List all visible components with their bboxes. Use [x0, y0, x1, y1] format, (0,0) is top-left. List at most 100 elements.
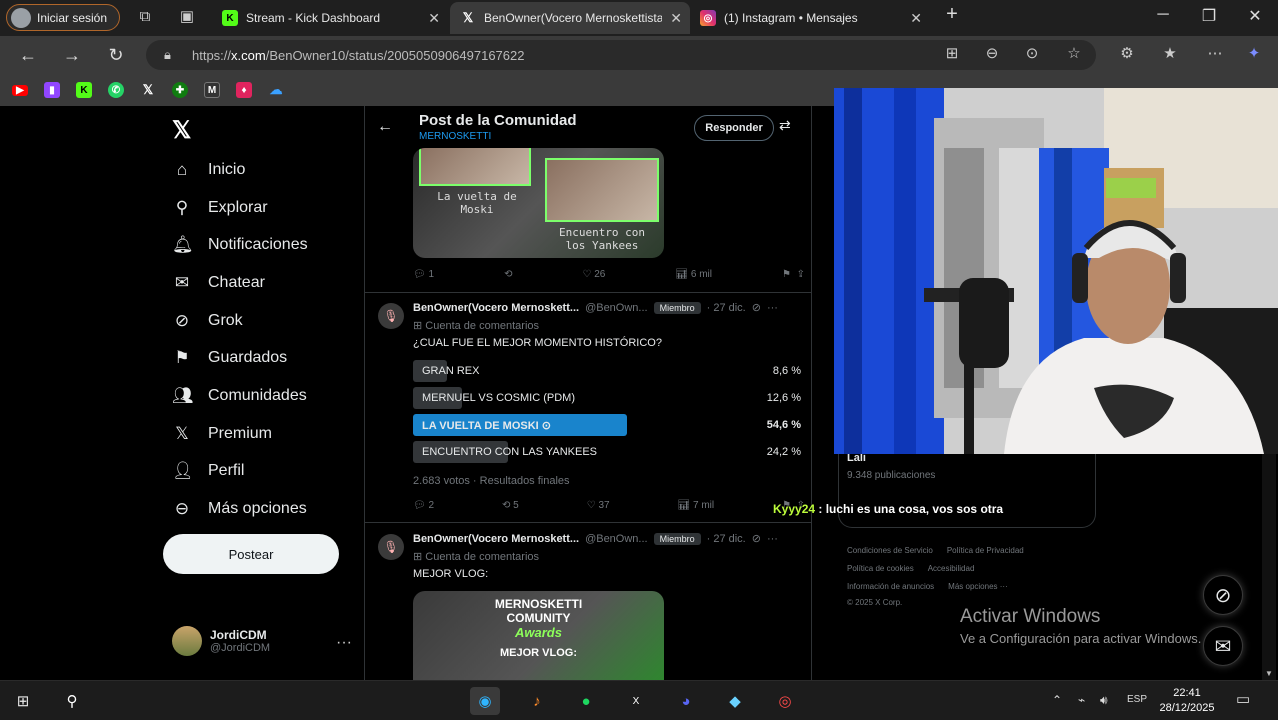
twitch-icon[interactable]: ▮ [44, 82, 60, 98]
network-icon[interactable]: ⌁ [1078, 693, 1085, 707]
tweet-image[interactable]: La vuelta de Moski Encuentro con los Yan… [413, 148, 664, 258]
search-icon[interactable]: ⚲ [57, 687, 87, 715]
clock[interactable]: 22:41 28/12/2025 [1152, 686, 1222, 716]
nav-item-comunidades[interactable]: 👥︎ Comunidades [172, 381, 307, 411]
m-icon[interactable]: M [204, 82, 220, 98]
back-arrow-icon[interactable]: ← [377, 118, 393, 136]
tab-instagram[interactable]: ◎ (1) Instagram • Mensajes ✕ [690, 2, 930, 34]
workspaces-icon[interactable]: ⧉ [136, 8, 154, 26]
reply-button[interactable]: Responder [694, 115, 774, 141]
tab-actions-icon[interactable]: ▣ [178, 8, 196, 26]
community-name[interactable]: MERNOSKETTI [419, 131, 491, 142]
new-tab-icon[interactable]: + [942, 3, 962, 26]
bookmark-share-actions[interactable]: ⚑ ⇪ [782, 269, 805, 280]
minimize-icon[interactable]: ─ [1153, 6, 1173, 24]
views-action[interactable]: 📊︎ 6 mil [675, 269, 712, 280]
notifications-icon[interactable]: ▭ [1236, 690, 1250, 708]
reply-action[interactable]: 💬︎ 1 [413, 269, 434, 280]
tab-title: Stream - Kick Dashboard [246, 11, 381, 25]
spotify-icon[interactable]: ● [571, 687, 601, 715]
account-switcher[interactable]: JordiCDM @JordiCDM ··· [172, 626, 352, 656]
youtube-icon[interactable]: ▶ [12, 85, 28, 96]
tweet-date[interactable]: · 27 dic. [707, 533, 746, 545]
footer-link[interactable]: Información de anuncios [847, 582, 934, 591]
settings-more-icon[interactable]: ⋯ [1205, 44, 1225, 62]
reload-icon[interactable]: ↻ [106, 45, 126, 66]
close-tab-icon[interactable]: ✕ [428, 10, 440, 27]
app-icon[interactable]: ◆ [720, 687, 750, 715]
zoom-icon[interactable]: ⊖ [982, 44, 1002, 62]
close-tab-icon[interactable]: ✕ [910, 10, 922, 27]
avatar[interactable]: 🎙︎ [378, 303, 404, 329]
nav-item-premium[interactable]: 𝕏 Premium [172, 419, 272, 449]
app-available-icon[interactable]: ⊞ [942, 44, 962, 62]
x-icon[interactable]: 𝕏 [140, 82, 156, 98]
tab-x-post[interactable]: 𝕏 BenOwner(Vocero Mernoskettista ✕ [450, 2, 690, 34]
instagram-icon: ◎ [700, 10, 716, 26]
favorite-star-icon[interactable]: ☆ [1064, 44, 1084, 62]
nav-item-perfil[interactable]: 👤︎ Perfil [172, 456, 244, 486]
footer-link[interactable]: Condiciones de Servicio [847, 546, 933, 555]
volume-icon[interactable]: 🔊︎ [1100, 693, 1108, 708]
footer-link[interactable]: Accesibilidad [928, 564, 975, 573]
messages-fab-icon[interactable]: ✉ [1203, 626, 1243, 666]
views-action[interactable]: 📊︎ 7 mil [678, 500, 715, 511]
back-icon[interactable]: ← [18, 45, 38, 66]
obs-record-icon[interactable]: ◎ [770, 687, 800, 715]
nav-item-chatear[interactable]: ✉ Chatear [172, 268, 265, 298]
tab-kick-dashboard[interactable]: K Stream - Kick Dashboard ✕ [212, 2, 448, 34]
footer-link[interactable]: Más opciones ··· [948, 582, 1008, 591]
footer-link[interactable]: Política de cookies [847, 564, 914, 573]
nav-item-inicio[interactable]: ⌂ Inicio [172, 155, 246, 185]
more-tools-icon[interactable]: ⊙ [1022, 44, 1042, 62]
copilot-icon[interactable]: ✦ [1244, 44, 1264, 62]
bookmark-icon[interactable]: ♦ [236, 82, 252, 98]
like-action[interactable]: ♡ 26 [583, 269, 606, 280]
close-window-icon[interactable]: ✕ [1245, 6, 1265, 26]
discord-icon[interactable]: ◕ [671, 687, 701, 715]
tray-chevron-icon[interactable]: ⌃ [1052, 693, 1062, 707]
extensions-icon[interactable]: ⚙ [1117, 44, 1137, 62]
author-name[interactable]: BenOwner(Vocero Mernoskett... [413, 533, 579, 545]
tweet-date[interactable]: · 27 dic. [707, 302, 746, 314]
repost-action[interactable]: ⟲ [504, 269, 512, 280]
signin-button[interactable]: Iniciar sesión [6, 4, 120, 31]
x-logo-icon[interactable]: 𝕏 [172, 116, 191, 145]
user-icon: 👤︎ [172, 461, 194, 480]
nav-item-explorar[interactable]: ⚲ Explorar [172, 193, 268, 223]
scroll-down-icon[interactable]: ▼ [1265, 669, 1273, 678]
xbox-icon[interactable]: ✚ [172, 82, 188, 98]
fl-studio-icon[interactable]: ♪ [522, 687, 552, 715]
restore-icon[interactable]: ❐ [1199, 6, 1219, 26]
footer-link[interactable]: Política de Privacidad [947, 546, 1024, 555]
nav-item-guardados[interactable]: ⚑ Guardados [172, 343, 287, 373]
forward-icon[interactable]: → [62, 45, 82, 66]
grok-fab-icon[interactable]: ⊘ [1203, 575, 1243, 615]
whatsapp-icon[interactable]: ✆ [108, 82, 124, 98]
reply-action[interactable]: 💬︎ 2 [413, 500, 434, 511]
settings-sliders-icon[interactable]: ⇄ [779, 117, 791, 134]
edge-browser-icon[interactable]: ◉ [470, 687, 500, 715]
grok-icon[interactable]: ⊘ [752, 301, 761, 314]
tweet-image[interactable]: MERNOSKETTI COMUNITY Awards MEJOR VLOG: [413, 591, 664, 680]
language-indicator[interactable]: ESP [1127, 694, 1147, 705]
kick-icon[interactable]: K [76, 82, 92, 98]
nav-item-mas-opciones[interactable]: ⊖ Más opciones [172, 494, 307, 524]
xsplit-icon[interactable]: X [621, 687, 651, 715]
more-dots-icon[interactable]: ··· [336, 634, 352, 652]
author-name[interactable]: BenOwner(Vocero Mernoskett... [413, 302, 579, 314]
like-action[interactable]: ♡ 37 [587, 500, 610, 511]
post-button[interactable]: Postear [163, 534, 339, 574]
windows-taskbar: ⊞ ⚲ ◉ ♪ ● X ◕ ◆ ◎ ⌃ ⌁ 🔊︎ ESP 22:41 28/12… [0, 680, 1278, 720]
nav-item-notificaciones[interactable]: 🔔︎ Notificaciones [172, 230, 308, 260]
nav-item-grok[interactable]: ⊘ Grok [172, 306, 243, 336]
grok-icon[interactable]: ⊘ [752, 532, 761, 545]
more-dots-icon[interactable]: ··· [767, 302, 778, 314]
avatar[interactable]: 🎙︎ [378, 534, 404, 560]
cloud-icon[interactable]: ☁ [268, 82, 284, 98]
close-tab-icon[interactable]: ✕ [670, 10, 682, 27]
more-dots-icon[interactable]: ··· [767, 533, 778, 545]
windows-start-icon[interactable]: ⊞ [8, 687, 38, 715]
favorites-icon[interactable]: ★ [1160, 44, 1180, 62]
repost-action[interactable]: ⟲ 5 [502, 500, 519, 511]
